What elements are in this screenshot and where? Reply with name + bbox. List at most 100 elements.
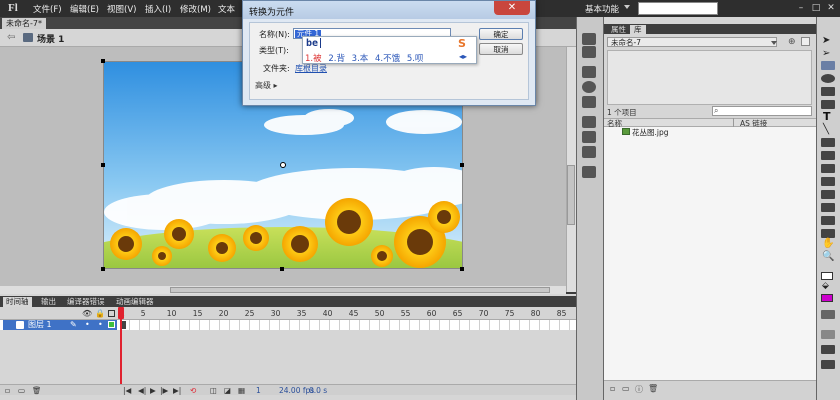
pencil-tool-icon[interactable] <box>821 151 835 160</box>
selection-tool-icon[interactable]: ➤ <box>822 35 830 46</box>
layer-color-outline-icon[interactable] <box>108 321 115 328</box>
menu-view[interactable]: 视图(V) <box>107 3 136 15</box>
library-list[interactable] <box>604 137 816 380</box>
menu-insert[interactable]: 插入(I) <box>145 3 171 15</box>
pen-tool-icon[interactable] <box>821 100 835 109</box>
subselection-tool-icon[interactable]: ➢ <box>822 48 830 59</box>
help-search-input[interactable] <box>638 2 718 15</box>
workspace-switcher[interactable]: 基本功能 <box>585 3 619 15</box>
dialog-close-button[interactable]: ✕ <box>494 1 530 15</box>
maximize-button[interactable]: □ <box>810 3 822 14</box>
first-frame-icon[interactable]: |◀ <box>123 386 131 395</box>
info-panel-icon[interactable] <box>582 81 596 93</box>
chevron-down-icon[interactable] <box>771 41 777 45</box>
brush-tool-icon[interactable] <box>821 164 835 173</box>
playhead[interactable] <box>120 307 122 389</box>
menu-file[interactable]: 文件(F) <box>33 3 62 15</box>
snap-to-objects-icon[interactable] <box>821 330 835 339</box>
bone-tool-icon[interactable] <box>821 190 835 199</box>
current-frame[interactable]: 1 <box>256 386 261 395</box>
transform-handle[interactable] <box>101 163 105 167</box>
ime-candidate[interactable]: 3.本 <box>352 54 369 64</box>
delete-icon[interactable]: 🗑 <box>648 384 658 393</box>
new-layer-icon[interactable]: ▫ <box>5 386 10 395</box>
paint-bucket-tool-icon[interactable] <box>821 203 835 212</box>
properties-icon[interactable]: ⓘ <box>635 384 643 395</box>
3d-rotation-tool-icon[interactable] <box>821 74 835 83</box>
folder-link[interactable]: 库根目录 <box>295 63 327 74</box>
next-frame-icon[interactable]: |▶ <box>160 386 168 395</box>
delete-layer-icon[interactable]: 🗑 <box>32 386 42 395</box>
free-transform-tool-icon[interactable] <box>821 61 835 70</box>
zoom-tool-icon[interactable]: 🔍 <box>822 251 834 262</box>
rectangle-tool-icon[interactable] <box>821 138 835 147</box>
lasso-tool-icon[interactable] <box>821 87 835 96</box>
straighten-icon[interactable] <box>821 360 835 369</box>
document-tab[interactable]: 未命名-7* <box>2 18 46 29</box>
motion-presets-icon[interactable] <box>582 146 596 158</box>
close-window-button[interactable]: ✕ <box>825 3 837 14</box>
eye-icon[interactable]: 👁 <box>82 309 92 318</box>
advanced-toggle[interactable]: 高级 ▸ <box>255 80 278 91</box>
minimize-button[interactable]: – <box>795 3 807 14</box>
menu-text[interactable]: 文本 <box>218 3 235 15</box>
eraser-tool-icon[interactable] <box>821 229 835 238</box>
stage-vertical-scroll-thumb[interactable] <box>567 165 575 225</box>
ime-candidate[interactable]: 1.被 <box>305 54 322 64</box>
eyedropper-tool-icon[interactable] <box>821 216 835 225</box>
hand-tool-icon[interactable]: ✋ <box>822 238 834 249</box>
pencil-icon[interactable]: ✎ <box>70 320 77 329</box>
components-icon[interactable] <box>582 131 596 143</box>
tab-timeline[interactable]: 时间轴 <box>3 297 32 307</box>
deco-tool-icon[interactable] <box>821 177 835 186</box>
chevron-down-icon[interactable] <box>624 5 630 9</box>
ime-candidate[interactable]: 4.不饿 <box>375 54 400 64</box>
transform-handle[interactable] <box>460 163 464 167</box>
edit-multiple-frames-icon[interactable]: ▦ <box>238 386 245 395</box>
visible-dot-icon[interactable]: • <box>85 320 90 329</box>
new-folder-icon[interactable]: ▭ <box>622 384 630 393</box>
pin-icon[interactable]: ⊕ <box>788 37 796 47</box>
new-folder-icon[interactable]: ▭ <box>18 386 25 395</box>
outline-icon[interactable] <box>108 310 115 317</box>
text-tool-icon[interactable]: T <box>823 110 831 123</box>
menu-modify[interactable]: 修改(M) <box>180 3 211 15</box>
stroke-color-swatch[interactable] <box>821 272 833 280</box>
align-panel-icon[interactable] <box>582 66 596 78</box>
onion-skin-icon[interactable]: ◫ <box>210 386 217 395</box>
transform-handle[interactable] <box>280 267 284 271</box>
cancel-button[interactable]: 取消 <box>479 43 523 55</box>
transform-handle[interactable] <box>460 267 464 271</box>
stage-horizontal-scroll-thumb[interactable] <box>170 287 550 293</box>
onion-outline-icon[interactable]: ◪ <box>224 386 231 395</box>
project-panel-icon[interactable] <box>582 166 596 178</box>
code-snippets-icon[interactable] <box>582 116 596 128</box>
color-panel-icon[interactable] <box>582 33 596 45</box>
transform-handle[interactable] <box>101 59 105 63</box>
new-symbol-icon[interactable]: ▫ <box>610 384 615 393</box>
tab-properties[interactable]: 属性 <box>607 25 630 35</box>
lock-icon[interactable]: 🔒 <box>95 309 105 318</box>
fill-color-swatch[interactable] <box>821 294 833 302</box>
tab-motion-editor[interactable]: 动画编辑器 <box>113 297 157 307</box>
play-icon[interactable]: ▶ <box>150 386 156 395</box>
menu-edit[interactable]: 编辑(E) <box>70 3 99 15</box>
transform-panel-icon[interactable] <box>582 96 596 108</box>
layer-name[interactable]: 图层 1 <box>28 320 52 330</box>
ok-button[interactable]: 确定 <box>479 28 523 40</box>
ime-candidate[interactable]: 2.背 <box>328 54 345 64</box>
loop-icon[interactable]: ⟲ <box>190 386 196 395</box>
swap-colors-icon[interactable] <box>821 310 835 319</box>
smooth-icon[interactable] <box>821 345 835 354</box>
library-document-select[interactable]: 未命名-7 <box>607 37 777 47</box>
last-frame-icon[interactable]: ▶| <box>173 386 181 395</box>
ime-page-arrows-icon[interactable]: ◂▸ <box>459 52 467 61</box>
new-library-panel-icon[interactable] <box>801 37 810 46</box>
swatches-panel-icon[interactable] <box>582 46 596 58</box>
library-search-input[interactable] <box>712 106 812 116</box>
tab-compiler-errors[interactable]: 编译器错误 <box>64 297 108 307</box>
ime-candidate[interactable]: 5.呗 <box>407 54 424 64</box>
transform-handle[interactable] <box>101 267 105 271</box>
tab-library[interactable]: 库 <box>630 25 646 35</box>
transform-pivot-point[interactable] <box>280 162 286 168</box>
